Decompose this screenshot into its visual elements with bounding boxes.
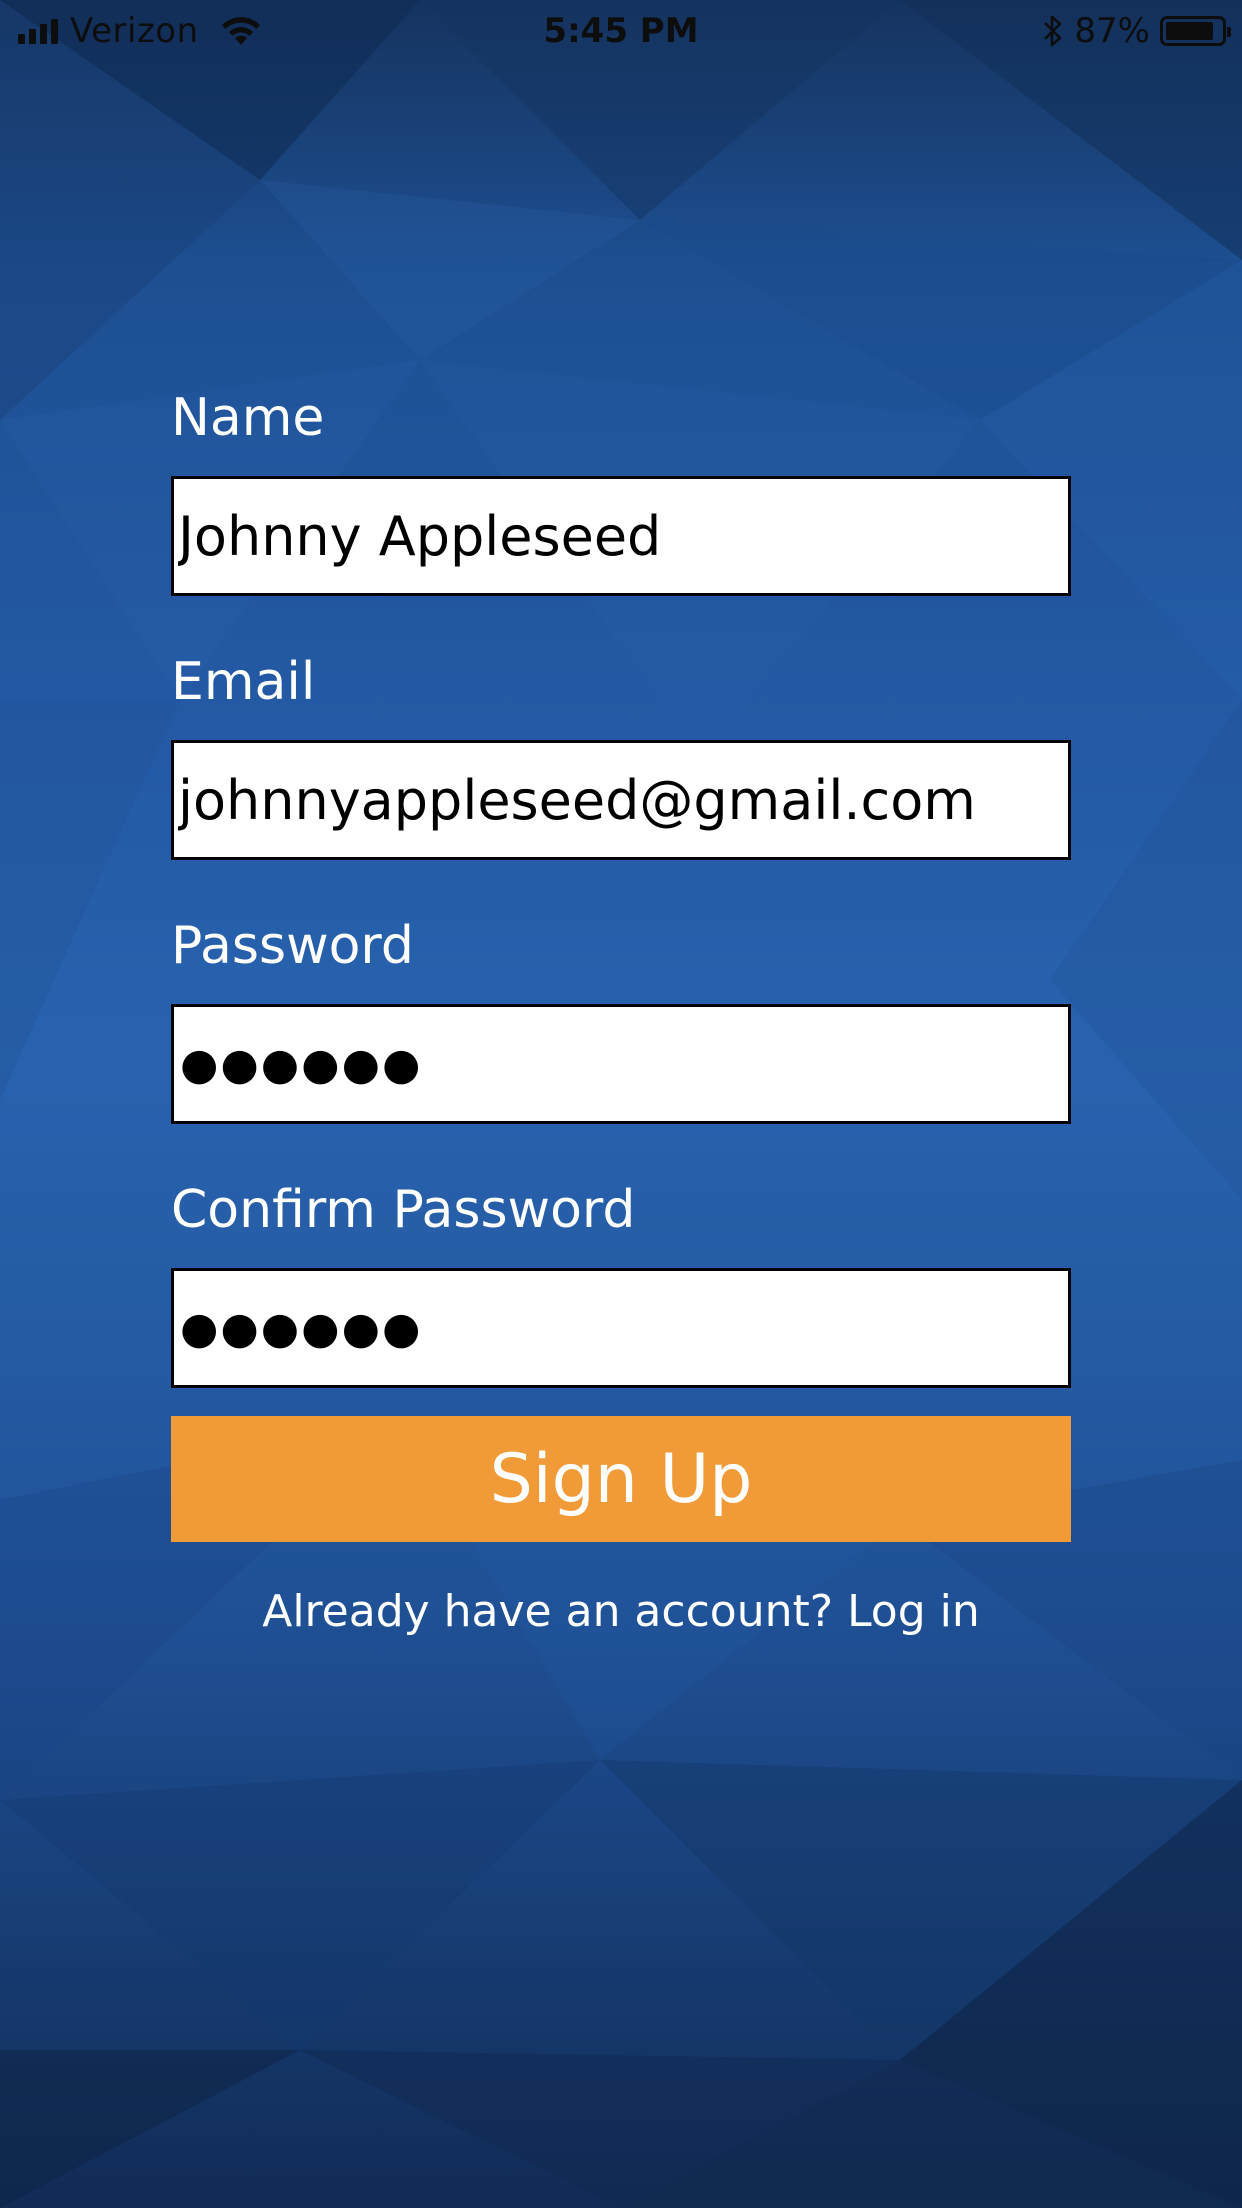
- status-right: 87%: [1042, 10, 1231, 52]
- confirm-password-field[interactable]: [171, 1268, 1071, 1388]
- name-input[interactable]: [174, 479, 1068, 593]
- sign-up-button[interactable]: Sign Up: [171, 1416, 1071, 1542]
- name-field[interactable]: [171, 476, 1071, 596]
- confirm-password-label: Confirm Password: [171, 1180, 636, 1240]
- bluetooth-icon: [1044, 15, 1062, 47]
- name-label: Name: [171, 388, 325, 448]
- email-input[interactable]: [174, 743, 1068, 857]
- password-input[interactable]: [174, 1007, 1068, 1121]
- signup-form: Name Email Password Confirm Password: [171, 380, 1071, 1436]
- battery-percent: 87%: [1074, 11, 1150, 51]
- email-label: Email: [171, 652, 316, 712]
- password-label: Password: [171, 916, 414, 976]
- password-field[interactable]: [171, 1004, 1071, 1124]
- battery-level: [1166, 22, 1213, 40]
- email-field[interactable]: [171, 740, 1071, 860]
- status-bar: Verizon 5:45 PM 87%: [0, 0, 1242, 62]
- confirm-password-input[interactable]: [174, 1271, 1068, 1385]
- battery-icon: [1160, 16, 1231, 46]
- login-link[interactable]: Already have an account? Log in: [0, 1584, 1242, 1640]
